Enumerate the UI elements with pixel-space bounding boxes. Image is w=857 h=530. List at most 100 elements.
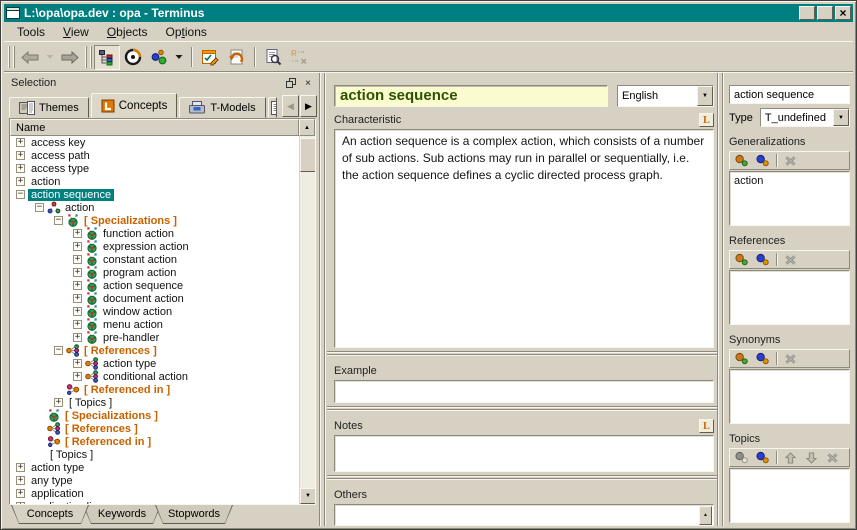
tree-item[interactable]: +action type — [10, 357, 299, 370]
back-button[interactable] — [17, 45, 43, 70]
expand-toggle[interactable]: + — [16, 489, 25, 498]
tree-item[interactable]: +window action — [10, 305, 299, 318]
remove-button[interactable] — [782, 252, 799, 267]
expand-toggle[interactable]: − — [54, 346, 63, 355]
forward-button[interactable] — [57, 45, 83, 70]
bottom-tab-concepts[interactable]: Concepts — [11, 505, 89, 524]
tree-item[interactable]: +application — [10, 487, 299, 500]
tree-item[interactable]: [ Specializations ] — [10, 409, 299, 422]
expand-toggle[interactable]: + — [54, 398, 63, 407]
edit-properties-button[interactable] — [197, 45, 223, 70]
tree-item[interactable]: +document action — [10, 292, 299, 305]
chevron-down-icon[interactable]: ▼ — [697, 86, 713, 106]
tree-item[interactable]: +expression action — [10, 240, 299, 253]
expand-toggle[interactable]: + — [16, 502, 25, 504]
tree-item[interactable]: +action type — [10, 461, 299, 474]
topics-list[interactable] — [729, 468, 850, 523]
expand-toggle[interactable]: − — [35, 203, 44, 212]
add-concept-link-button[interactable] — [754, 252, 771, 267]
expand-toggle[interactable]: + — [16, 177, 25, 186]
tree-item[interactable]: +conditional action — [10, 370, 299, 383]
tree-item[interactable]: +function action — [10, 227, 299, 240]
tree-view-button[interactable] — [94, 45, 120, 70]
characteristic-textarea[interactable]: An action sequence is a complex action, … — [334, 129, 714, 348]
tree-item[interactable]: +menu action — [10, 318, 299, 331]
expand-toggle[interactable]: + — [73, 268, 82, 277]
tree-item[interactable]: +access type — [10, 162, 299, 175]
expand-toggle[interactable]: + — [73, 307, 82, 316]
expand-toggle[interactable]: + — [16, 151, 25, 160]
tree-item[interactable]: [ Referenced in ] — [10, 435, 299, 448]
tree-item[interactable]: +any type — [10, 474, 299, 487]
section-splitter[interactable] — [327, 406, 717, 413]
expand-toggle[interactable]: + — [73, 372, 82, 381]
tree-item[interactable]: −[ Specializations ] — [10, 214, 299, 227]
spin-up-button[interactable]: ▲ — [699, 506, 712, 525]
minimize-button[interactable] — [799, 6, 815, 20]
language-indicator-icon[interactable]: L — [699, 113, 714, 127]
target-button[interactable] — [120, 45, 146, 70]
expand-toggle[interactable]: + — [73, 333, 82, 342]
example-textarea[interactable] — [334, 380, 714, 403]
rebuild-button[interactable]: R — [286, 45, 312, 70]
term-title-field[interactable]: action sequence — [334, 85, 608, 107]
move-up-button[interactable] — [782, 450, 799, 465]
section-splitter[interactable] — [327, 475, 717, 482]
scrollbar-thumb[interactable] — [300, 138, 315, 172]
tree-item[interactable]: +[ Topics ] — [10, 396, 299, 409]
concept-name-input[interactable] — [729, 85, 850, 104]
tree-item[interactable]: [ References ] — [10, 422, 299, 435]
synonyms-list[interactable] — [729, 369, 850, 424]
notes-textarea[interactable] — [334, 435, 714, 472]
add-concept-link-button[interactable] — [754, 351, 771, 366]
expand-toggle[interactable]: + — [16, 476, 25, 485]
tree-item[interactable]: +pre-handler — [10, 331, 299, 344]
expand-toggle[interactable]: + — [73, 294, 82, 303]
expand-toggle[interactable]: + — [16, 164, 25, 173]
float-panel-button[interactable] — [284, 77, 298, 90]
expand-toggle[interactable]: + — [73, 255, 82, 264]
add-generalization-button[interactable] — [733, 153, 750, 168]
tree-item[interactable]: +program action — [10, 266, 299, 279]
references-list[interactable] — [729, 270, 850, 325]
tree-item[interactable]: +access key — [10, 136, 299, 149]
scroll-up-button[interactable]: ▲ — [299, 119, 315, 136]
list-item[interactable]: action — [734, 174, 845, 188]
tree-item[interactable]: −action — [10, 201, 299, 214]
generalizations-list[interactable]: action — [729, 171, 850, 226]
tree-scrollbar[interactable]: ▼ — [299, 136, 315, 504]
expand-toggle[interactable]: + — [73, 320, 82, 329]
tab-more[interactable] — [268, 97, 277, 118]
add-concept-link-button[interactable] — [754, 450, 771, 465]
preview-button[interactable] — [260, 45, 286, 70]
history-dropdown-button[interactable] — [43, 45, 57, 70]
tree-item[interactable]: +action sequence — [10, 279, 299, 292]
tree-item[interactable]: [ Referenced in ] — [10, 383, 299, 396]
close-panel-button[interactable]: × — [301, 77, 315, 90]
tab-concepts[interactable]: Concepts — [91, 93, 178, 118]
menu-options[interactable]: Options — [157, 23, 216, 41]
menu-view[interactable]: View — [54, 23, 98, 41]
tree-item[interactable]: +application license — [10, 500, 299, 504]
tree-item[interactable]: −[ References ] — [10, 344, 299, 357]
relations-button[interactable] — [146, 45, 172, 70]
tree-item[interactable]: +constant action — [10, 253, 299, 266]
menu-objects[interactable]: Objects — [98, 23, 157, 41]
expand-toggle[interactable]: − — [16, 190, 25, 199]
remove-button[interactable] — [782, 351, 799, 366]
move-down-button[interactable] — [803, 450, 820, 465]
add-topic-button[interactable] — [733, 450, 750, 465]
expand-toggle[interactable]: − — [54, 216, 63, 225]
expand-toggle[interactable]: + — [73, 359, 82, 368]
expand-toggle[interactable]: + — [73, 229, 82, 238]
right-splitter[interactable] — [717, 73, 724, 526]
left-splitter[interactable] — [319, 73, 326, 526]
tab-scroll-left-button[interactable]: ◀ — [282, 95, 299, 117]
expand-toggle[interactable]: + — [73, 281, 82, 290]
tab-themes[interactable]: Themes — [9, 97, 89, 118]
tree-item[interactable]: +action — [10, 175, 299, 188]
name-column-header[interactable]: Name — [10, 119, 299, 136]
type-select[interactable]: T_undefined ▼ — [760, 108, 850, 127]
close-button[interactable]: × — [835, 6, 851, 20]
scroll-down-button[interactable]: ▼ — [300, 488, 315, 504]
